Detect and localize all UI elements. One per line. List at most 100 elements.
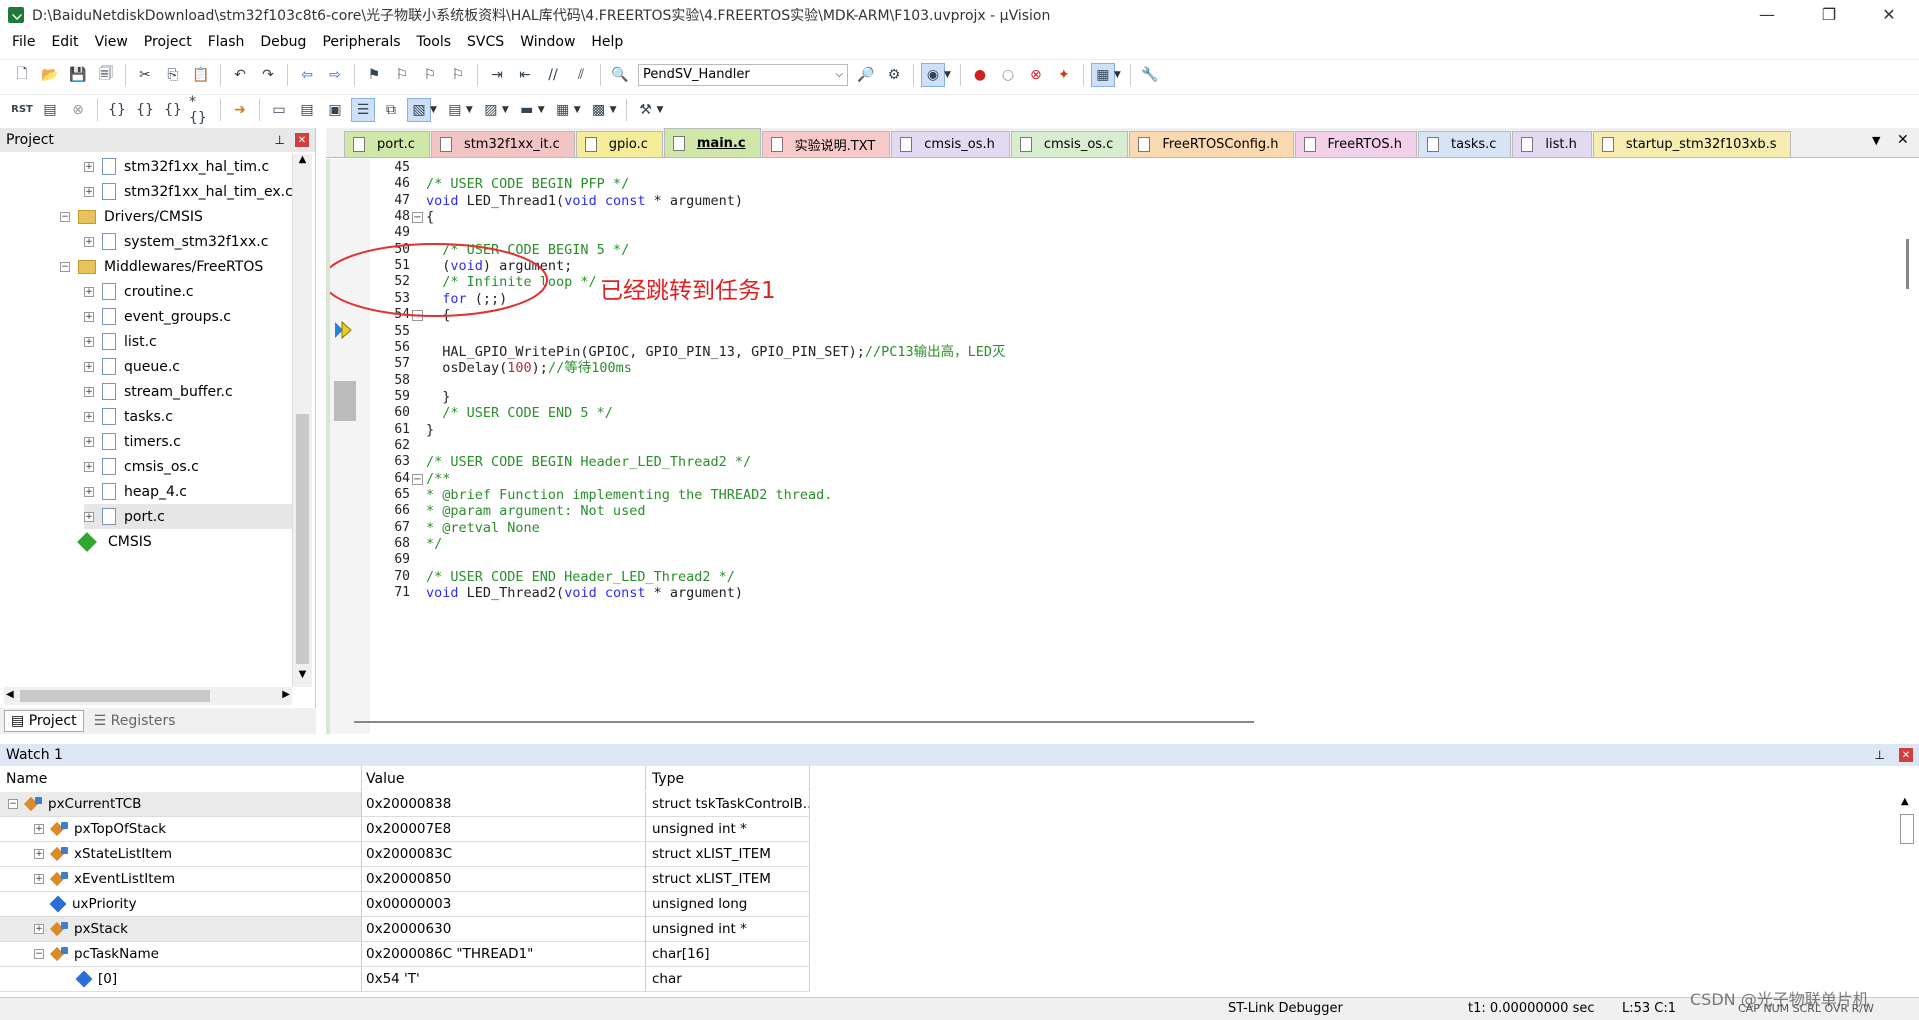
tab-registers[interactable]: ☰ Registers (88, 711, 182, 731)
next-bookmark-icon[interactable]: ⚐ (418, 63, 442, 87)
copy-icon[interactable]: ⎘ (161, 63, 185, 87)
maximize-button[interactable]: ❐ (1806, 0, 1852, 29)
watch-row[interactable]: + pxStack 0x20000630 unsigned int * (0, 917, 810, 942)
minimize-button[interactable]: — (1744, 0, 1790, 29)
watch-name-cell[interactable]: + pxStack (0, 917, 362, 942)
scroll-thumb[interactable] (20, 690, 210, 702)
editor-vertical-scrollbar[interactable] (1895, 159, 1917, 734)
tree-folder[interactable]: − Middlewares/FreeRTOS (60, 254, 263, 279)
tree-file[interactable]: + system_stm32f1xx.c (84, 229, 268, 254)
tab-project[interactable]: ▤ Project (4, 710, 84, 732)
window-layout-icon[interactable]: ▦ (1090, 62, 1115, 87)
collapse-icon[interactable]: − (60, 211, 70, 222)
tree-vertical-scrollbar[interactable]: ▲ ▼ (292, 154, 312, 687)
cut-icon[interactable]: ✂ (133, 63, 157, 87)
code-line[interactable]: /** (426, 471, 450, 487)
step-over-icon[interactable]: {} (133, 98, 157, 122)
editor-tab[interactable]: main.c (663, 128, 761, 157)
editor-tab[interactable]: cmsis_os.h (891, 131, 1010, 157)
expand-icon[interactable]: + (84, 311, 94, 322)
expand-icon[interactable]: + (34, 849, 44, 859)
expand-icon[interactable]: + (84, 286, 94, 297)
function-select[interactable]: PendSV_Handler ⌵ (638, 63, 848, 86)
navigate-back-icon[interactable]: ⇦ (295, 63, 319, 87)
editor-tab[interactable]: startup_stm32f103xb.s (1592, 131, 1792, 157)
expand-icon[interactable]: + (84, 486, 94, 497)
chevron-down-icon[interactable]: ▼ (466, 105, 473, 115)
expand-icon[interactable]: + (34, 824, 44, 834)
chevron-down-icon[interactable]: ▼ (657, 105, 664, 115)
tree-file[interactable]: + stm32f1xx_hal_tim.c (84, 154, 269, 179)
editor-tab[interactable]: FreeRTOSConfig.h (1129, 131, 1294, 157)
menu-flash[interactable]: Flash (200, 34, 253, 50)
expand-icon[interactable]: + (84, 511, 94, 522)
fold-toggle-icon[interactable]: − (412, 473, 423, 485)
tab-list-icon[interactable]: ▼ (1872, 134, 1880, 147)
tree-file[interactable]: + event_groups.c (84, 304, 231, 329)
watch-name-cell[interactable]: + pxTopOfStack (0, 817, 362, 842)
tree-folder[interactable]: − Drivers/CMSIS (60, 204, 203, 229)
uncomment-icon[interactable]: ⫽ (569, 63, 593, 87)
bookmark-icon[interactable]: ⚑ (362, 63, 386, 87)
expand-icon[interactable]: + (84, 186, 94, 197)
watch-value[interactable]: 0x200007E8 (362, 817, 646, 842)
chevron-down-icon[interactable]: ▼ (538, 105, 545, 115)
watch-row[interactable]: + pxTopOfStack 0x200007E8 unsigned int * (0, 817, 810, 842)
expand-icon[interactable]: + (84, 386, 94, 397)
code-line[interactable]: /* USER CODE END 5 */ (426, 405, 613, 421)
expand-icon[interactable]: + (84, 461, 94, 472)
collapse-icon[interactable]: − (60, 261, 70, 272)
scroll-left-icon[interactable]: ◀ (6, 689, 14, 700)
editor-tab[interactable]: port.c (344, 131, 430, 157)
watch-value[interactable]: 0x20000850 (362, 867, 646, 892)
expand-icon[interactable]: + (84, 411, 94, 422)
run-to-cursor-icon[interactable]: *{} (189, 94, 213, 126)
serial-window-icon[interactable]: ▨ (479, 98, 503, 122)
menu-view[interactable]: View (87, 34, 136, 50)
menu-debug[interactable]: Debug (252, 34, 314, 50)
step-into-icon[interactable]: {} (105, 98, 129, 122)
watch-value[interactable]: 0x00000003 (362, 892, 646, 917)
clear-bookmarks-icon[interactable]: ⚐ (446, 63, 470, 87)
expand-icon[interactable]: + (84, 161, 94, 172)
watch-row[interactable]: − pcTaskName 0x2000086C "THREAD1" char[16] (0, 942, 810, 967)
watch-value[interactable]: 0x20000630 (362, 917, 646, 942)
chevron-down-icon[interactable]: ▼ (430, 105, 437, 115)
watch-value[interactable]: 0x54 'T' (362, 967, 646, 992)
editor-tab[interactable]: cmsis_os.c (1010, 131, 1129, 157)
tree-file-selected[interactable]: + port.c (84, 504, 292, 529)
menu-tools[interactable]: Tools (409, 34, 460, 50)
pin-icon[interactable]: ⊥ (275, 133, 285, 147)
call-stack-icon[interactable]: ⧉ (379, 98, 403, 122)
scroll-thumb[interactable] (296, 414, 309, 664)
code-line[interactable]: /* USER CODE BEGIN PFP */ (426, 176, 629, 192)
new-file-icon[interactable]: 🗋 (10, 63, 34, 87)
close-panel-icon[interactable]: ✕ (295, 133, 309, 147)
watch-value[interactable]: 0x2000083C (362, 842, 646, 867)
toolbox-icon[interactable]: ⚒ (634, 98, 658, 122)
tree-file[interactable]: + stm32f1xx_hal_tim_ex.c (84, 179, 293, 204)
kill-breakpoints-icon[interactable]: ✦ (1052, 63, 1076, 87)
scroll-thumb[interactable] (354, 721, 1254, 723)
code-line[interactable]: /* USER CODE BEGIN Header_LED_Thread2 */ (426, 454, 751, 470)
tree-file[interactable]: + timers.c (84, 429, 181, 454)
unindent-icon[interactable]: ⇤ (513, 63, 537, 87)
scroll-up-icon[interactable]: ▲ (293, 154, 312, 172)
menu-peripherals[interactable]: Peripherals (314, 34, 408, 50)
find-in-files-icon[interactable]: 🔍 (608, 63, 632, 87)
tree-file[interactable]: + list.c (84, 329, 157, 354)
expand-icon[interactable]: + (84, 436, 94, 447)
tree-component[interactable]: CMSIS (77, 529, 152, 554)
code-line[interactable]: void LED_Thread1(void const * argument) (426, 193, 743, 209)
fold-toggle-icon[interactable]: − (412, 212, 423, 224)
tree-file[interactable]: + tasks.c (84, 404, 173, 429)
close-window-button[interactable]: ✕ (1866, 0, 1912, 29)
editor-tab[interactable]: gpio.c (575, 131, 663, 157)
editor-tab[interactable]: 实验说明.TXT (761, 131, 891, 157)
tree-file[interactable]: + cmsis_os.c (84, 454, 199, 479)
close-panel-icon[interactable]: ✕ (1899, 748, 1913, 762)
menu-help[interactable]: Help (583, 34, 631, 50)
code-line[interactable]: } (426, 422, 434, 438)
scroll-thumb[interactable] (1900, 814, 1914, 844)
stop-icon[interactable]: ⊗ (66, 98, 90, 122)
